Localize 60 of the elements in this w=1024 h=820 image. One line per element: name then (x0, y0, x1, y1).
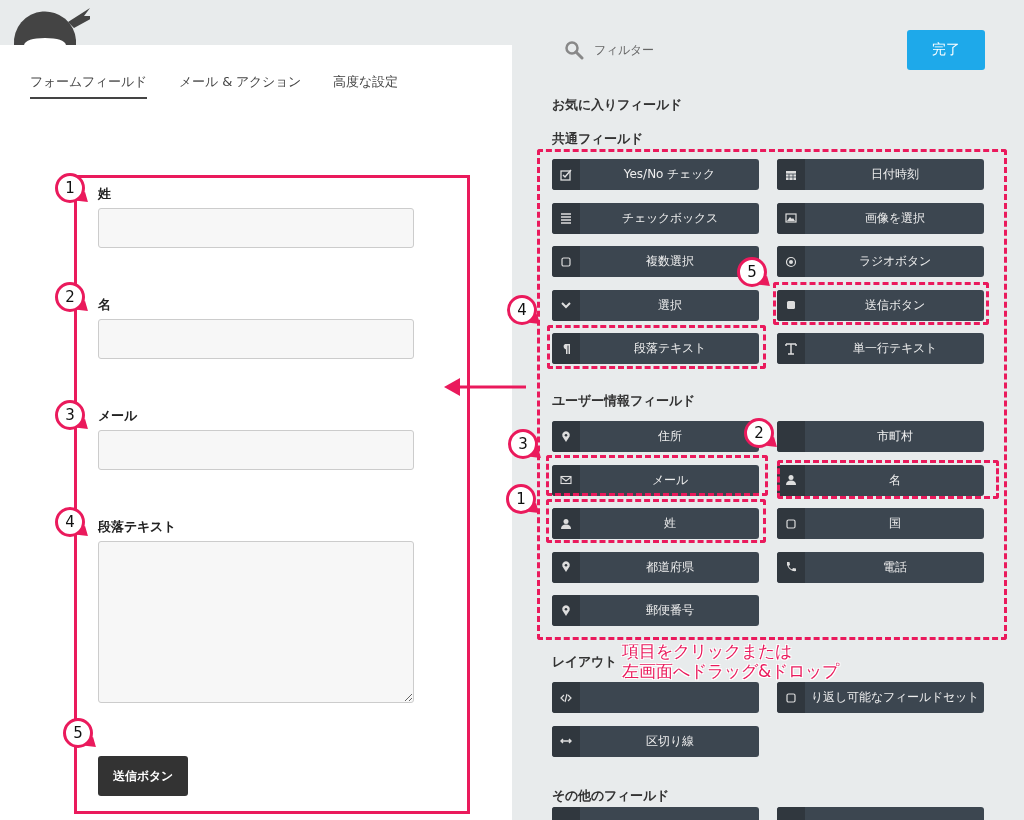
input-field[interactable] (98, 430, 414, 470)
tab[interactable]: フォームフィールド (30, 73, 147, 99)
field-type-button[interactable]: 郵便番号 (552, 595, 759, 626)
annotation-note: 左画面へドラッグ&ドロップ (622, 661, 840, 681)
tab[interactable]: メール & アクション (179, 73, 302, 99)
checkbox-icon (560, 168, 572, 181)
field-type-button[interactable]: 選択 (552, 289, 759, 321)
field-label: 段落テキスト (98, 520, 177, 534)
section-heading: お気に入りフィールド (552, 98, 682, 112)
textarea-field[interactable] (98, 541, 414, 703)
field-type-button[interactable]: 都道府県 (552, 551, 759, 583)
person-icon (560, 517, 572, 530)
field-type-button[interactable]: Yes/No チェック (552, 159, 759, 190)
section-heading: レイアウト (552, 655, 618, 669)
radio-icon (785, 255, 797, 268)
square-icon (785, 299, 797, 311)
field-type-button[interactable]: 区切り線 (552, 725, 759, 757)
search-icon (564, 40, 584, 60)
field-type-button[interactable]: 画像を選択 (777, 202, 984, 234)
field-type-button[interactable]: 日付時刻 (777, 159, 984, 190)
input-field[interactable] (98, 208, 414, 248)
field-type-button[interactable]: チェックボックス (552, 202, 759, 234)
code-icon (560, 691, 572, 704)
section-heading: ユーザー情報フィールド (552, 394, 696, 408)
list-icon (560, 212, 572, 224)
field-type-button[interactable]: 電話 (777, 551, 984, 583)
field-label: メール (98, 409, 138, 423)
field-type-button[interactable]: 単一行テキスト (777, 333, 984, 364)
field-type-button[interactable] (552, 682, 759, 713)
field-type-button[interactable]: 市町村 (777, 421, 984, 452)
field-type-button[interactable]: 名 (777, 464, 984, 496)
field-type-button[interactable]: 送信ボタン (777, 289, 984, 321)
pin-icon (560, 561, 572, 573)
person-icon (785, 474, 797, 486)
section-heading: 共通フィールド (552, 132, 644, 146)
field-label: 姓 (98, 187, 112, 201)
input-field[interactable] (98, 319, 414, 359)
field-type-button[interactable]: メール (552, 464, 759, 496)
tab[interactable]: 高度な設定 (333, 73, 399, 99)
field-type-button[interactable]: 段落テキスト (552, 333, 759, 364)
square-icon (785, 517, 797, 530)
phone-icon (785, 561, 797, 573)
annotation-note: 項目をクリックまたは (622, 641, 793, 661)
pin-icon (560, 604, 572, 617)
field-type-button[interactable]: 国 (777, 508, 984, 539)
image-icon (785, 212, 797, 224)
text-icon (785, 342, 797, 355)
field-type-button[interactable]: ラジオボタン (777, 246, 984, 277)
field-label: 名 (98, 298, 112, 312)
chevron-icon (560, 299, 572, 311)
square-icon (560, 255, 572, 268)
field-type-button[interactable]: 姓 (552, 508, 759, 539)
filter-field[interactable]: フィルター (592, 42, 796, 58)
section-heading: その他のフィールド (552, 788, 670, 803)
submit-button[interactable]: 送信ボタン (98, 756, 188, 796)
pin-icon (560, 430, 572, 443)
square-icon (785, 691, 797, 704)
calendar-icon (785, 168, 797, 181)
field-type-button[interactable]: り返し可能なフィールドセット (777, 682, 984, 713)
envelope-icon (560, 474, 572, 486)
